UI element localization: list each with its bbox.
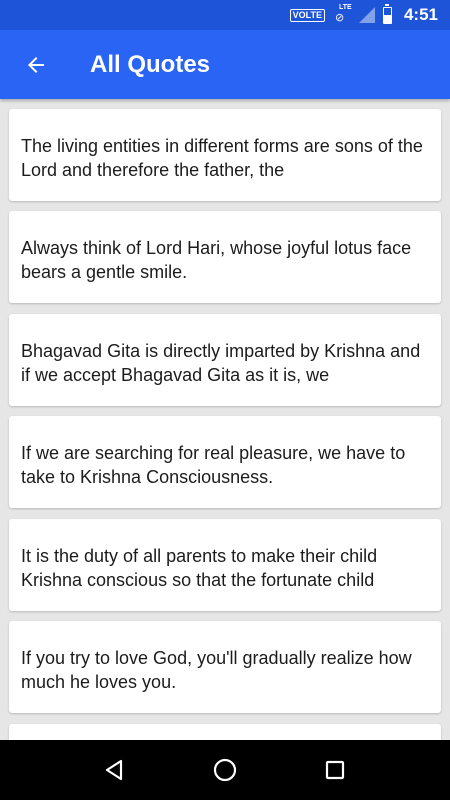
nav-recents-button[interactable] — [315, 750, 355, 790]
quote-text: Bhagavad Gita is directly imparted by Kr… — [21, 341, 421, 385]
status-bar: VOLTE LTE ⊘ 4:51 — [0, 0, 450, 30]
quote-card[interactable] — [9, 724, 441, 740]
signal-icon — [358, 7, 375, 23]
nav-home-button[interactable] — [205, 750, 245, 790]
quote-text: It is the duty of all parents to make th… — [21, 546, 378, 590]
quote-card[interactable]: Bhagavad Gita is directly imparted by Kr… — [9, 314, 441, 406]
quote-card[interactable]: If you try to love God, you'll gradually… — [9, 621, 441, 713]
triangle-back-icon — [105, 759, 123, 781]
back-button[interactable] — [8, 37, 64, 93]
page-title: All Quotes — [90, 50, 211, 78]
quote-list[interactable]: The living entities in different forms a… — [0, 99, 450, 740]
battery-level — [383, 15, 391, 23]
arrow-back-icon — [28, 56, 44, 73]
quote-card[interactable]: Always think of Lord Hari, whose joyful … — [9, 211, 441, 303]
quote-card[interactable]: The living entities in different forms a… — [9, 109, 441, 201]
quote-text: The living entities in different forms a… — [21, 136, 423, 180]
navigation-bar — [0, 740, 450, 800]
lte-indicator: LTE ⊘ — [333, 4, 353, 24]
quote-card[interactable]: If we are searching for real pleasure, w… — [9, 416, 441, 508]
app-bar: All Quotes — [0, 30, 450, 99]
battery-icon — [382, 3, 392, 24]
quote-text: Always think of Lord Hari, whose joyful … — [21, 238, 412, 282]
circle-home-icon — [213, 758, 237, 782]
volte-indicator: VOLTE — [289, 8, 325, 22]
lte-label: LTE — [338, 4, 352, 11]
quote-text: If you try to love God, you'll gradually… — [21, 648, 412, 692]
square-recents-icon — [325, 760, 345, 780]
nav-back-button[interactable] — [95, 750, 135, 790]
quote-card[interactable]: It is the duty of all parents to make th… — [9, 519, 441, 611]
no-data-icon: ⊘ — [334, 12, 345, 24]
quote-text: If we are searching for real pleasure, w… — [21, 443, 406, 487]
status-clock: 4:51 — [403, 5, 438, 24]
